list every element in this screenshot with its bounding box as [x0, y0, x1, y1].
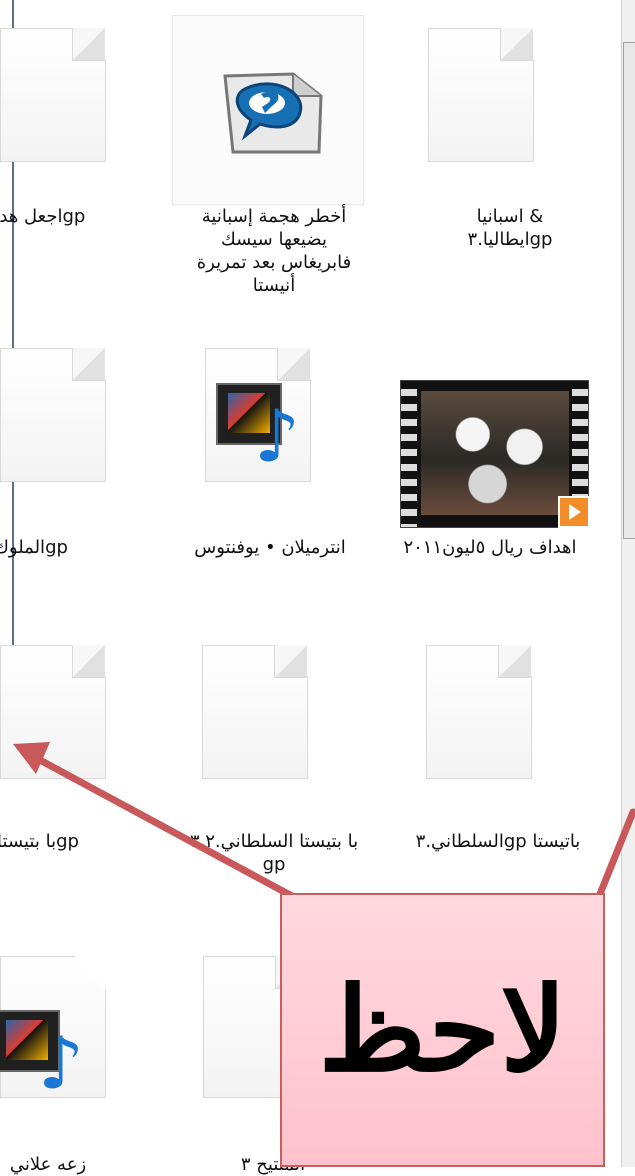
right-arrow-line — [596, 808, 635, 898]
callout-text: لاحظ — [318, 962, 567, 1098]
note-callout: لاحظ — [280, 893, 605, 1167]
left-arrowhead-icon — [13, 742, 50, 774]
